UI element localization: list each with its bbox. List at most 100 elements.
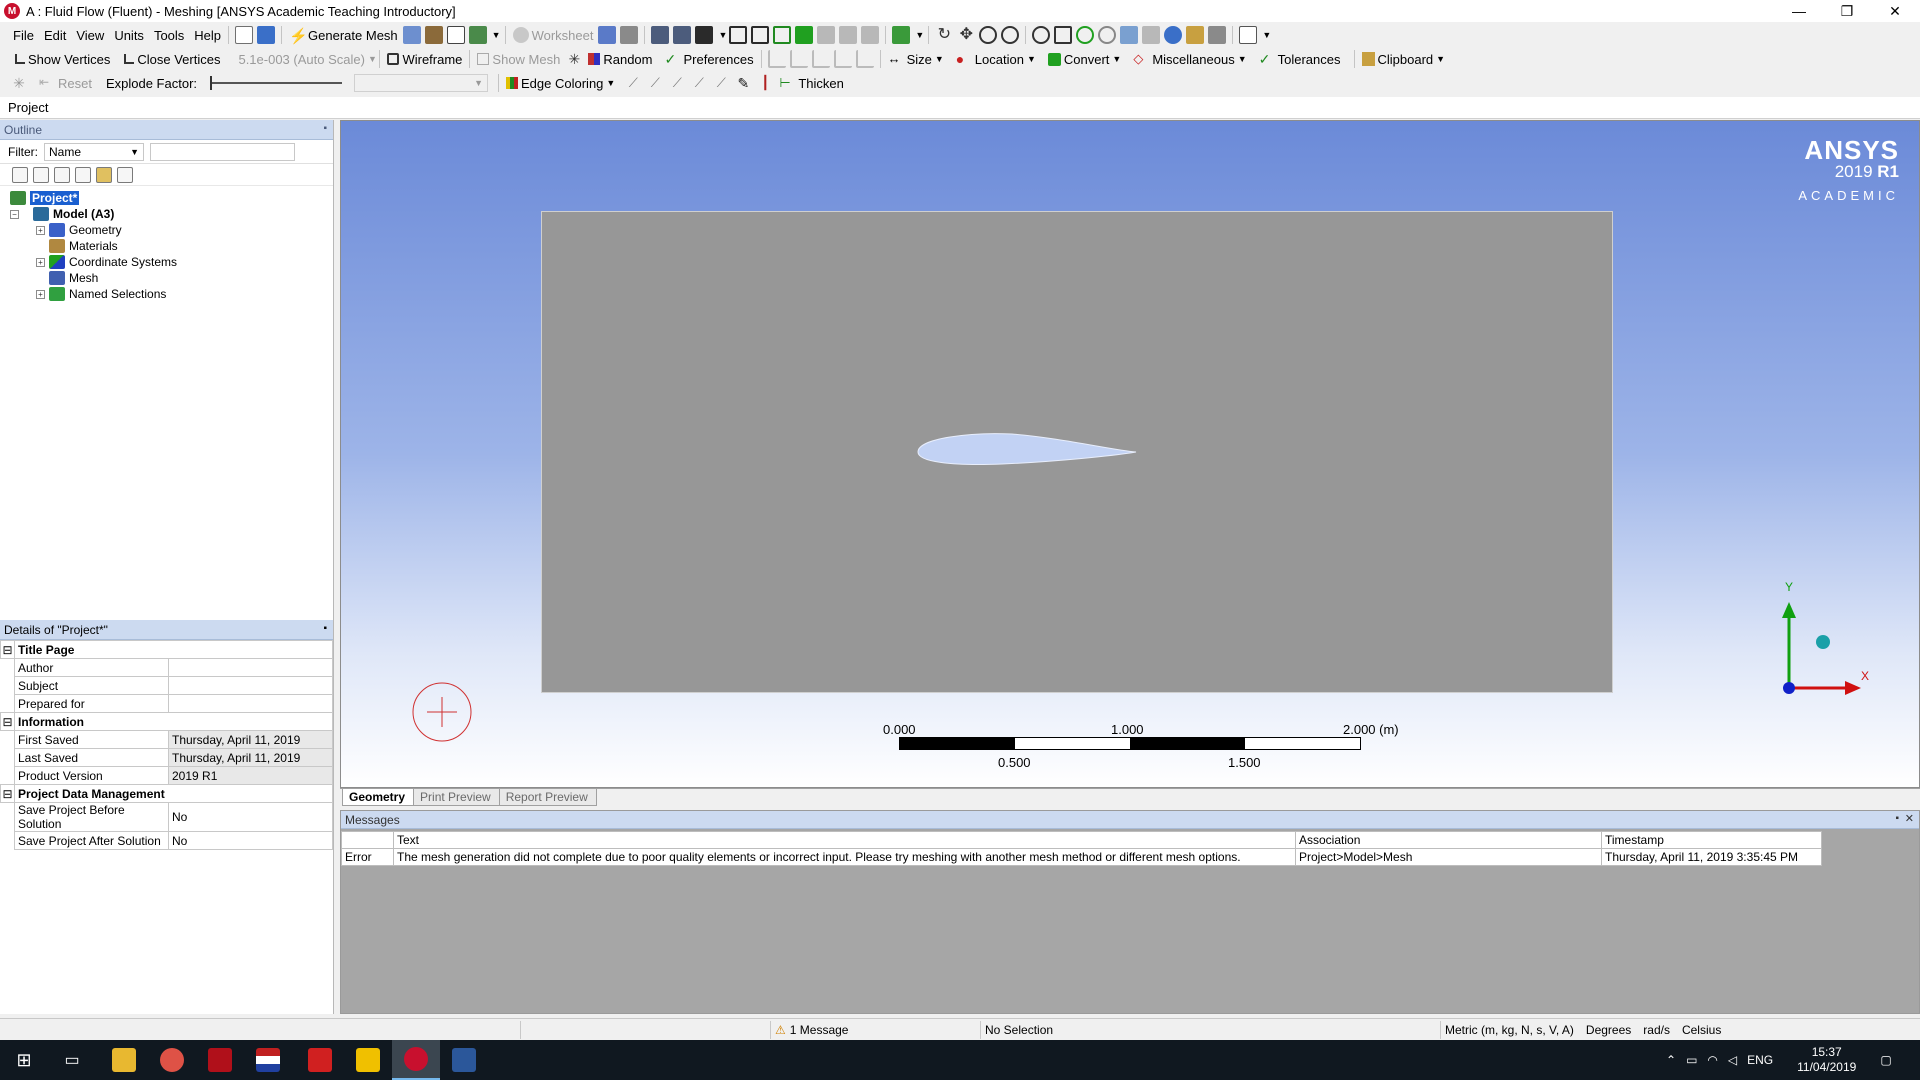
edge-display-icon[interactable]: ⟋ bbox=[690, 74, 708, 92]
menu-file[interactable]: File bbox=[10, 24, 37, 46]
location-dropdown[interactable]: ● Location ▼ bbox=[953, 48, 1039, 70]
tree-item-coordinate-systems[interactable]: + Coordinate Systems bbox=[36, 254, 177, 270]
close-button[interactable]: ✕ bbox=[1872, 0, 1918, 22]
solidworks-button[interactable] bbox=[296, 1040, 344, 1080]
pan-icon[interactable]: ✥ bbox=[957, 26, 975, 44]
explode-factor-slider[interactable] bbox=[210, 76, 343, 90]
message-row[interactable]: Error The mesh generation did not comple… bbox=[341, 848, 1822, 866]
select-edge-box-icon[interactable] bbox=[751, 26, 770, 44]
edge-direction-icon[interactable] bbox=[855, 50, 874, 68]
select-body-icon[interactable] bbox=[795, 26, 814, 44]
set-view-icon[interactable] bbox=[1186, 26, 1205, 44]
tree-expand-icon[interactable] bbox=[54, 166, 70, 183]
edge-direction-icon[interactable] bbox=[811, 50, 830, 68]
flag-app-button[interactable] bbox=[244, 1040, 292, 1080]
edge-direction-icon[interactable] bbox=[833, 50, 852, 68]
show-vertices-button[interactable]: Show Vertices bbox=[12, 48, 113, 70]
magnifier-icon[interactable] bbox=[1098, 26, 1117, 44]
status-units[interactable]: Metric (m, kg, N, s, V, A) Degrees rad/s… bbox=[1440, 1021, 1880, 1039]
edge-display-icon[interactable]: ⟋ bbox=[712, 74, 730, 92]
worksheet-button[interactable]: Worksheet bbox=[510, 24, 597, 46]
collapse-icon[interactable]: − bbox=[10, 209, 19, 219]
filter-dropdown[interactable]: Name ▼ bbox=[44, 142, 144, 161]
input-language[interactable]: ENG bbox=[1747, 1053, 1773, 1067]
menu-edit[interactable]: Edit bbox=[41, 24, 69, 46]
rotate-icon[interactable]: ↻ bbox=[935, 26, 953, 44]
edge-direction-icon[interactable] bbox=[789, 50, 808, 68]
volume-icon[interactable]: ◁ bbox=[1728, 1053, 1737, 1067]
wireframe-button[interactable]: Wireframe bbox=[384, 48, 465, 70]
extend-instances-icon[interactable] bbox=[861, 26, 880, 44]
explode-icon[interactable]: ✳ bbox=[565, 50, 583, 68]
reset-button[interactable]: ⇤ Reset bbox=[36, 72, 95, 94]
save-after-field[interactable]: No bbox=[168, 831, 333, 850]
details-group-information[interactable]: ⊟ Information bbox=[0, 712, 333, 731]
maximize-button[interactable]: ❐ bbox=[1824, 0, 1870, 22]
menu-units[interactable]: Units bbox=[111, 24, 147, 46]
acrobat-button[interactable] bbox=[196, 1040, 244, 1080]
edge-display-icon[interactable]: ⟋ bbox=[668, 74, 686, 92]
tray-chevron-icon[interactable]: ⌃ bbox=[1666, 1053, 1676, 1067]
chevron-down-icon[interactable]: ▼ bbox=[492, 30, 501, 40]
explode-view-icon[interactable]: ✳ bbox=[10, 74, 28, 92]
expand-icon[interactable]: + bbox=[36, 257, 45, 267]
pin-icon[interactable]: ▪ bbox=[323, 623, 327, 634]
zoom-to-fit-icon[interactable] bbox=[1054, 26, 1073, 44]
fluid-domain[interactable] bbox=[541, 211, 1613, 693]
clock[interactable]: 15:37 11/04/2019 bbox=[1797, 1045, 1856, 1075]
expand-icon[interactable]: + bbox=[36, 225, 45, 235]
next-view-icon[interactable] bbox=[1142, 26, 1161, 44]
graphics-viewport[interactable]: ANSYS 2019 R1 ACADEMIC 0.000 1.000 2.000… bbox=[340, 120, 1920, 788]
edge-direction-icon[interactable] bbox=[767, 50, 786, 68]
tree-folder-icon[interactable] bbox=[96, 166, 112, 183]
notifications-icon[interactable]: ▢ bbox=[1880, 1053, 1891, 1067]
mesh-metric-icon[interactable] bbox=[424, 26, 443, 44]
collapse-icon[interactable]: ⊟ bbox=[0, 784, 15, 803]
autodesk-button[interactable] bbox=[344, 1040, 392, 1080]
column-header[interactable]: Text bbox=[393, 831, 1296, 849]
select-vertex-box-icon[interactable] bbox=[729, 26, 748, 44]
select-pointer-icon[interactable] bbox=[695, 26, 714, 44]
select-vertex-icon[interactable] bbox=[673, 26, 692, 44]
explode-dropdown[interactable]: ▼ bbox=[354, 74, 489, 92]
zoom-selection-icon[interactable] bbox=[1076, 26, 1095, 44]
tree-item-geometry[interactable]: + Geometry bbox=[36, 222, 122, 238]
collapse-icon[interactable]: ⊟ bbox=[0, 712, 15, 731]
filter-input[interactable] bbox=[150, 142, 295, 161]
expand-icon[interactable]: + bbox=[36, 289, 45, 299]
collapse-icon[interactable]: ⊟ bbox=[0, 640, 15, 659]
tab-print-preview[interactable]: Print Preview bbox=[413, 789, 500, 806]
preview-icon[interactable] bbox=[402, 26, 421, 44]
close-vertices-button[interactable]: Close Vertices bbox=[121, 48, 223, 70]
prepared-for-field[interactable] bbox=[168, 694, 333, 713]
tree-sync-icon[interactable] bbox=[257, 26, 276, 44]
restore-view-icon[interactable] bbox=[1208, 26, 1227, 44]
chevron-down-icon[interactable]: ▼ bbox=[915, 30, 924, 40]
author-field[interactable] bbox=[168, 658, 333, 677]
preferences-button[interactable]: ✓ Preferences bbox=[661, 48, 756, 70]
tree-sort-icon[interactable] bbox=[117, 166, 133, 183]
select-point-icon[interactable] bbox=[651, 26, 670, 44]
edge-coloring-dropdown[interactable]: Edge Coloring ▼ bbox=[503, 72, 618, 94]
edge-display-icon[interactable]: ⟋ bbox=[646, 74, 664, 92]
thicken-button[interactable]: ⊢ Thicken bbox=[776, 72, 847, 94]
select-mode-icon[interactable] bbox=[598, 26, 617, 44]
details-group-title-page[interactable]: ⊟ Title Page bbox=[0, 640, 333, 659]
tree-filter-icon[interactable] bbox=[33, 166, 49, 183]
tree-item-project[interactable]: Project* bbox=[10, 190, 80, 206]
menu-tools[interactable]: Tools bbox=[151, 24, 187, 46]
select-face-box-icon[interactable] bbox=[773, 26, 792, 44]
thin-icon[interactable]: ┃ bbox=[756, 74, 774, 92]
task-view-button[interactable]: ▭ bbox=[48, 1040, 96, 1080]
chevron-down-icon[interactable]: ▼ bbox=[718, 30, 727, 40]
close-icon[interactable]: ✕ bbox=[1905, 812, 1914, 825]
wifi-icon[interactable]: ◠ bbox=[1707, 1053, 1717, 1067]
edge-display-icon[interactable]: ⟋ bbox=[624, 74, 642, 92]
zoom-icon[interactable] bbox=[979, 26, 998, 44]
airfoil-shape[interactable] bbox=[917, 433, 1137, 465]
tree-collapse-icon[interactable] bbox=[75, 166, 91, 183]
tree-item-named-selections[interactable]: + Named Selections bbox=[36, 286, 166, 302]
convert-dropdown[interactable]: Convert ▼ bbox=[1045, 48, 1124, 70]
extend-limits-icon[interactable] bbox=[839, 26, 858, 44]
zoom-box-icon[interactable] bbox=[1001, 26, 1020, 44]
